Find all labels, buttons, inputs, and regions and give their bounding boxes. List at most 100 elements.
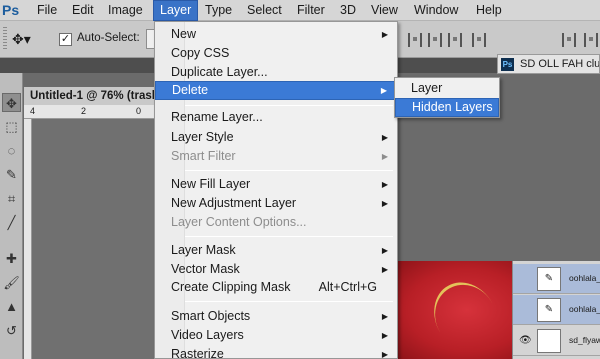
menu-item-smart-filter: Smart Filter ▶ (155, 147, 397, 166)
autoselect-label: Auto-Select: (77, 32, 140, 44)
submenu-arrow-icon: ▶ (381, 30, 388, 39)
menu-item-label: New Fill Layer (171, 177, 251, 191)
menu-bar: Ps File Edit Image Layer Type Select Fil… (0, 0, 600, 21)
canvas-artwork[interactable] (396, 261, 514, 359)
submenu-arrow-icon: ▶ (381, 350, 388, 359)
menu-item-label: Layer Content Options... (171, 215, 307, 229)
menu-filter[interactable]: Filter (291, 0, 331, 21)
menu-view[interactable]: View (365, 0, 404, 21)
distribute-center-icon[interactable] (584, 33, 598, 47)
menu-help[interactable]: Help (470, 0, 508, 21)
menu-item-new[interactable]: New ▶ (155, 25, 397, 44)
ruler-label: 2 (81, 106, 87, 116)
submenu-item-hidden-layers[interactable]: Hidden Layers (395, 98, 499, 117)
menu-item-duplicate-layer[interactable]: Duplicate Layer... (155, 63, 397, 82)
menu-separator (185, 105, 393, 106)
quick-select-tool-icon[interactable]: ✎ (2, 165, 21, 184)
menu-item-label: Layer Mask (171, 243, 236, 257)
menu-item-label: Create Clipping Mask (171, 280, 291, 294)
menu-3d[interactable]: 3D (334, 0, 362, 21)
submenu-arrow-icon: ▶ (381, 133, 388, 142)
ruler-label: 4 (30, 106, 36, 116)
visibility-toggle[interactable] (519, 273, 531, 285)
layer-thumbnail: ✎ (537, 267, 561, 291)
ruler-label: 0 (136, 106, 142, 116)
toolbox: ✥ ⬚ ◌ ✎ ⌗ ╱ ✚ 🖌 ▲ ↺ (0, 73, 23, 359)
menu-item-copy-css[interactable]: Copy CSS (155, 44, 397, 63)
document-tab[interactable]: Ps SD OLL FAH clu (497, 54, 600, 74)
canvas-area[interactable] (32, 119, 154, 359)
menu-item-shortcut: Alt+Ctrl+G (318, 280, 377, 294)
menu-item-label: Rename Layer... (171, 110, 263, 124)
menu-item-rename-layer[interactable]: Rename Layer... (155, 108, 397, 127)
menu-item-label: Vector Mask (171, 262, 240, 276)
submenu-arrow-icon: ▶ (381, 152, 388, 161)
menu-item-new-fill-layer[interactable]: New Fill Layer ▶ (155, 175, 397, 194)
menu-file[interactable]: File (31, 0, 63, 21)
distribute-left-icon[interactable] (562, 33, 576, 47)
menu-layer[interactable]: Layer (153, 0, 199, 21)
layer-row[interactable]: ✎ oohlala_fl (513, 264, 600, 294)
layer-name: oohlala_fl (569, 304, 600, 314)
menu-item-layer-style[interactable]: Layer Style ▶ (155, 128, 397, 147)
healing-brush-tool-icon[interactable]: ✚ (2, 249, 21, 268)
photoshop-logo: Ps (2, 2, 20, 18)
menu-item-layer-mask[interactable]: Layer Mask ▶ (155, 241, 397, 260)
autoselect-checkbox[interactable]: ✓ (59, 33, 72, 46)
menu-window[interactable]: Window (408, 0, 464, 21)
menu-item-label: Copy CSS (171, 46, 230, 60)
menu-select[interactable]: Select (241, 0, 288, 21)
layers-panel: ✎ oohlala_fl ✎ oohlala_fl 👁 sd_flyawa (512, 261, 600, 359)
document-tab-title: SD OLL FAH clu (520, 58, 600, 70)
brush-tool-icon[interactable]: 🖌 (2, 273, 21, 292)
horizontal-ruler: 4 2 0 (24, 105, 154, 119)
submenu-arrow-icon: ▶ (381, 312, 388, 321)
menu-image[interactable]: Image (102, 0, 149, 21)
eye-icon[interactable]: 👁 (519, 335, 532, 347)
menu-item-vector-mask[interactable]: Vector Mask ▶ (155, 260, 397, 279)
marquee-tool-icon[interactable]: ⬚ (2, 117, 21, 136)
distribute-top-icon[interactable] (472, 33, 486, 47)
menu-item-label: Delete (172, 83, 209, 97)
menu-item-label: Video Layers (171, 328, 244, 342)
align-right-edges-icon[interactable] (448, 33, 462, 47)
move-tool-icon[interactable]: ✥ (2, 93, 21, 112)
history-brush-tool-icon[interactable]: ↺ (2, 321, 21, 340)
submenu-item-layer[interactable]: Layer (395, 79, 499, 98)
delete-submenu: Layer Hidden Layers (394, 77, 500, 118)
align-centers-icon[interactable] (428, 33, 442, 47)
menu-item-layer-content-options: Layer Content Options... (155, 213, 397, 232)
menu-item-smart-objects[interactable]: Smart Objects ▶ (155, 307, 397, 326)
menu-item-create-clipping-mask[interactable]: Create Clipping Mask Alt+Ctrl+G (155, 278, 397, 297)
menu-item-label: New (171, 27, 197, 41)
vertical-ruler (24, 119, 32, 359)
menu-edit[interactable]: Edit (66, 0, 100, 21)
menu-separator (185, 236, 393, 237)
menu-item-label: Duplicate Layer... (171, 65, 268, 79)
layer-thumbnail (537, 329, 561, 353)
menu-item-new-adjustment-layer[interactable]: New Adjustment Layer ▶ (155, 194, 397, 213)
menu-type[interactable]: Type (199, 0, 238, 21)
move-tool-preset-icon[interactable]: ✥▾ (12, 29, 46, 49)
eyedropper-tool-icon[interactable]: ╱ (2, 213, 21, 232)
ps-document-icon: Ps (501, 58, 514, 71)
crop-tool-icon[interactable]: ⌗ (2, 189, 21, 208)
layer-menu-dropdown: New ▶ Copy CSS Duplicate Layer... Delete ▶… (154, 21, 398, 359)
visibility-toggle[interactable] (519, 304, 531, 316)
submenu-arrow-icon: ▶ (380, 86, 387, 95)
document-title[interactable]: Untitled-1 @ 76% (trash (24, 87, 154, 105)
menu-item-video-layers[interactable]: Video Layers ▶ (155, 326, 397, 345)
options-grip[interactable] (3, 27, 7, 51)
align-left-edges-icon[interactable] (408, 33, 422, 47)
menu-item-delete[interactable]: Delete ▶ (155, 81, 397, 100)
layer-row[interactable]: 👁 sd_flyawa (513, 326, 600, 356)
layer-name: oohlala_fl (569, 273, 600, 283)
clone-stamp-tool-icon[interactable]: ▲ (2, 297, 21, 316)
layer-row[interactable]: ✎ oohlala_fl (513, 295, 600, 325)
submenu-arrow-icon: ▶ (381, 199, 388, 208)
lasso-tool-icon[interactable]: ◌ (2, 141, 21, 160)
menu-item-rasterize[interactable]: Rasterize ▶ (155, 345, 397, 359)
menu-item-label: New Adjustment Layer (171, 196, 297, 210)
menu-item-label: Smart Objects (171, 309, 251, 323)
menu-item-label: Rasterize (171, 347, 224, 359)
